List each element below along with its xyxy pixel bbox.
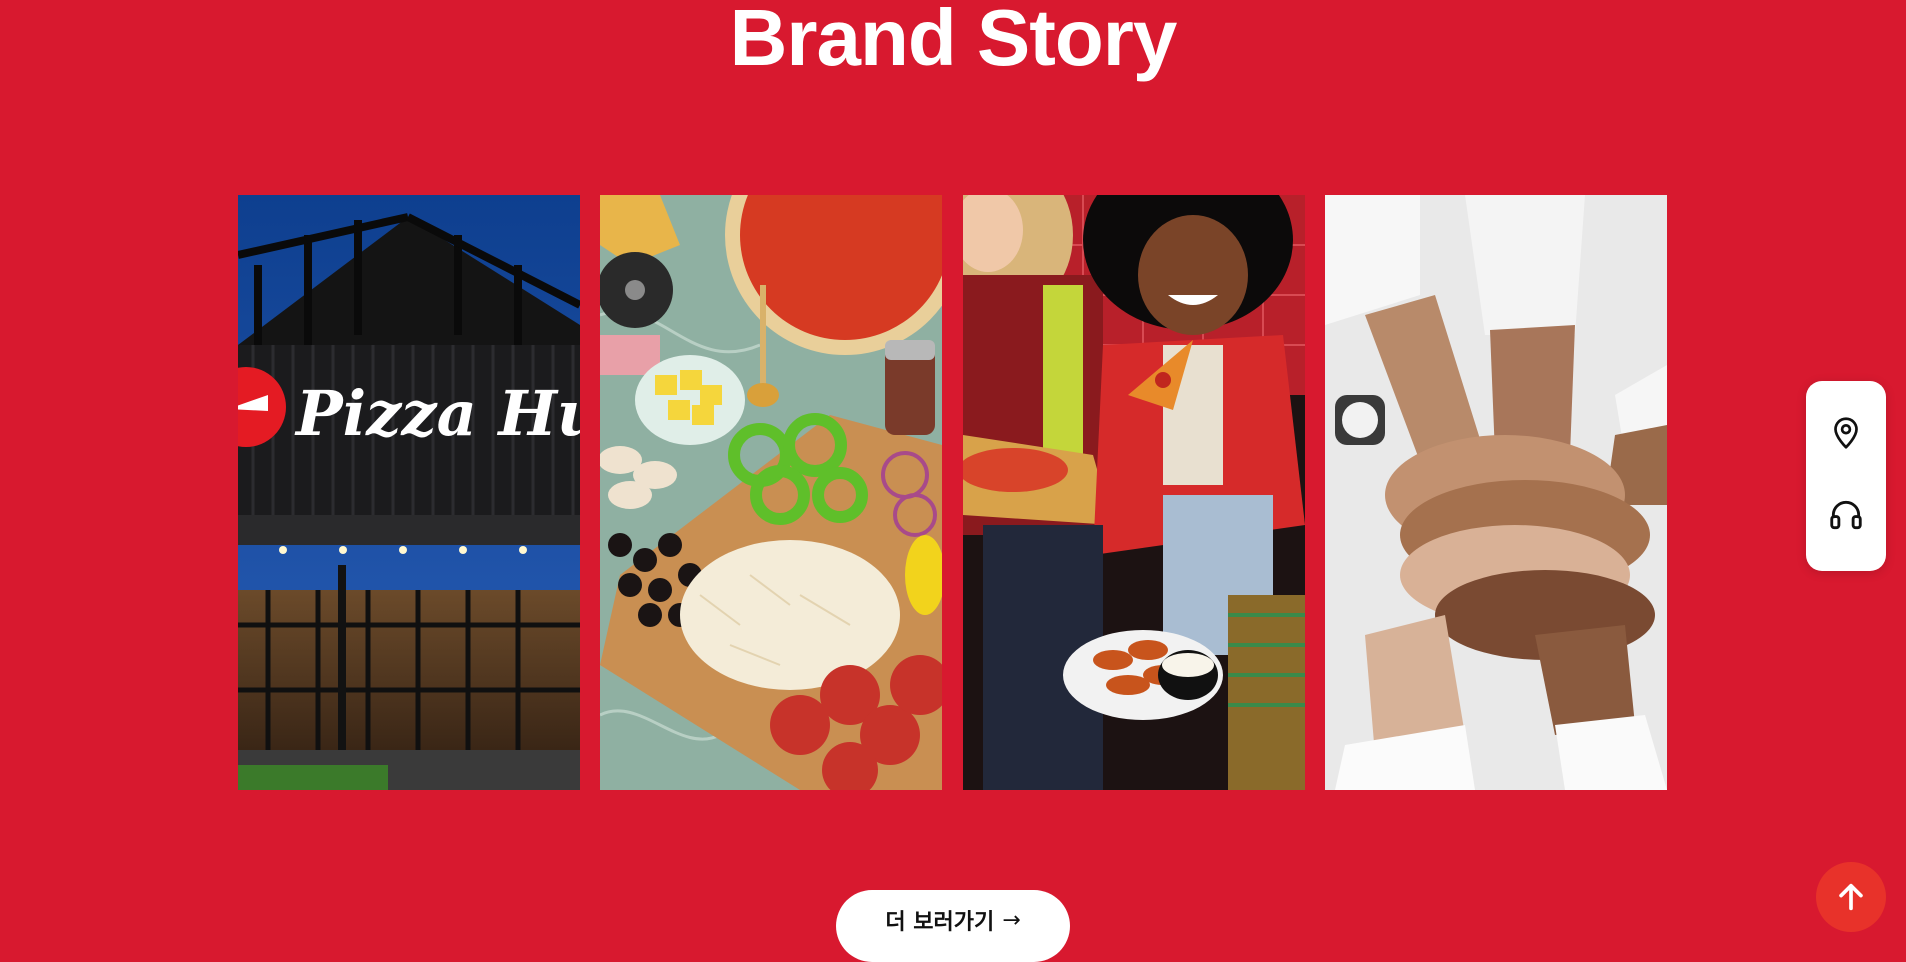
friends-image xyxy=(963,195,1305,790)
scroll-to-top-button[interactable] xyxy=(1816,862,1886,932)
brand-story-gallery: Pizza Hut xyxy=(238,195,1668,790)
map-pin-icon xyxy=(1834,417,1858,449)
view-more-button[interactable]: 더 보러가기 → xyxy=(836,890,1070,962)
headset-icon xyxy=(1830,500,1862,530)
storefront-sign-text: Pizza Hut xyxy=(294,377,580,450)
brand-story-card-ingredients[interactable] xyxy=(600,195,942,790)
storefront-image: Pizza Hut xyxy=(238,195,580,790)
brand-story-card-friends[interactable] xyxy=(963,195,1305,790)
view-more-label: 더 보러가기 xyxy=(885,910,995,935)
page-title: Brand Story xyxy=(729,0,1178,82)
ingredients-image xyxy=(600,195,942,790)
teamwork-image xyxy=(1325,195,1667,790)
arrow-up-icon xyxy=(1839,883,1863,911)
arrow-right-icon: → xyxy=(1002,907,1021,933)
brand-story-card-storefront[interactable]: Pizza Hut xyxy=(238,195,580,790)
store-locator-button[interactable] xyxy=(1816,403,1876,463)
brand-story-card-teamwork[interactable] xyxy=(1325,195,1667,790)
quick-menu xyxy=(1806,381,1886,571)
customer-service-button[interactable] xyxy=(1816,485,1876,545)
